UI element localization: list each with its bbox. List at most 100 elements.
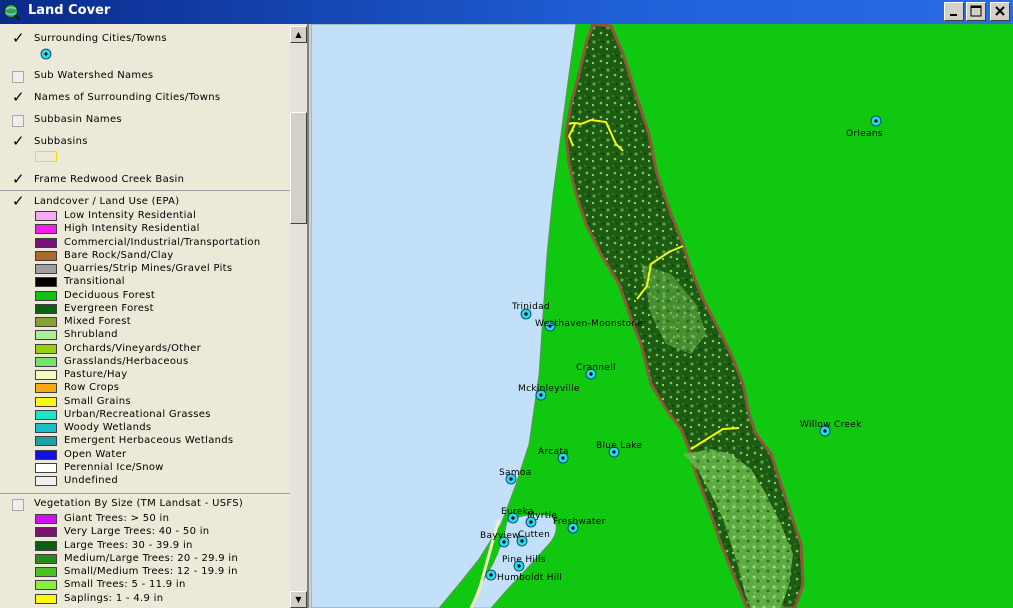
landcover-class-label: Urban/Recreational Grasses <box>64 408 211 420</box>
layer-checkbox-names-surrounding[interactable]: ✓ <box>10 88 25 106</box>
vegetation-class-swatch <box>35 514 57 524</box>
landcover-class-swatch <box>35 250 57 261</box>
landcover-class-swatch <box>35 356 57 367</box>
app-globe-icon <box>4 4 21 21</box>
vegetation-class-label: Large Trees: 30 - 39.9 in <box>64 539 193 551</box>
landcover-class-swatch <box>35 370 57 380</box>
landcover-class-label: Grasslands/Herbaceous <box>64 355 189 367</box>
landcover-class-swatch <box>35 224 57 235</box>
landcover-class-label: Mixed Forest <box>64 316 131 327</box>
landcover-class-label: Shrubland <box>64 329 118 341</box>
landcover-class-swatch <box>35 476 57 486</box>
landcover-class-label: Woody Wetlands <box>64 422 152 433</box>
landcover-class-label: Quarries/Strip Mines/Gravel Pits <box>64 263 233 274</box>
landcover-class-label: Perennial Ice/Snow <box>64 461 164 473</box>
landcover-class-label: Commercial/Industrial/Transportation <box>64 236 261 248</box>
vegetation-class-label: Saplings: 1 - 4.9 in <box>64 592 164 604</box>
landcover-class-label: Row Crops <box>64 382 120 394</box>
minimize-button[interactable] <box>944 2 964 21</box>
landcover-class-swatch <box>35 383 57 394</box>
layer-checkbox-frame[interactable]: ✓ <box>10 170 25 188</box>
city-label: Westhaven-Moonstone <box>535 319 643 329</box>
city-label: Mckinleyville <box>518 384 580 394</box>
landcover-class-label: Undefined <box>64 475 118 486</box>
landcover-class-label: High Intensity Residential <box>64 223 200 235</box>
layer-list: ✓ Surrounding Cities/Towns Sub Watershed… <box>0 24 290 608</box>
maximize-button[interactable] <box>966 2 986 21</box>
landcover-class-label: Bare Rock/Sand/Clay <box>64 249 174 261</box>
city-label: Willow Creek <box>800 420 862 430</box>
close-button[interactable] <box>990 2 1010 21</box>
city-point-symbol-icon <box>40 48 52 60</box>
landcover-class-swatch <box>35 237 57 248</box>
layer-list-panel: ✓ Surrounding Cities/Towns Sub Watershed… <box>0 24 309 608</box>
vegetation-class-swatch <box>35 580 57 591</box>
city-point-center <box>489 573 493 577</box>
landcover-class-swatch <box>35 436 57 447</box>
city-label: Cutten <box>518 530 550 540</box>
layer-label-landcover: Landcover / Land Use (EPA) <box>34 196 180 207</box>
city-label: Orleans <box>846 129 883 139</box>
landcover-class-swatch <box>35 396 57 407</box>
vegetation-class-label: Small/Medium Trees: 12 - 19.9 in <box>64 566 238 577</box>
landcover-class-swatch <box>35 423 57 433</box>
city-label: Crannell <box>576 363 616 373</box>
subbasin-outline-swatch <box>35 151 57 162</box>
check-icon: ✓ <box>12 29 25 47</box>
layer-checkbox-sub-watershed-names[interactable] <box>10 69 24 83</box>
check-icon: ✓ <box>12 170 25 188</box>
city-label: Arcata <box>538 447 569 457</box>
vegetation-class-label: Small Trees: 5 - 11.9 in <box>64 579 186 591</box>
layer-list-scrollbar[interactable]: ▲ ▼ <box>290 24 307 608</box>
scroll-thumb[interactable] <box>290 112 307 224</box>
close-icon <box>995 6 1005 16</box>
landcover-class-label: Small Grains <box>64 395 131 407</box>
landcover-class-swatch <box>35 264 57 274</box>
landcover-class-swatch <box>35 343 57 354</box>
landcover-class-swatch <box>35 317 57 327</box>
city-point-center <box>524 312 528 316</box>
landcover-class-swatch <box>35 409 57 420</box>
landcover-class-label: Evergreen Forest <box>64 302 154 314</box>
map-view[interactable]: Orleans Trinidad Westhaven-Moonstone Cranne… <box>311 24 1013 608</box>
layer-checkbox-landcover[interactable]: ✓ <box>10 192 25 210</box>
layer-checkbox-vegetation[interactable] <box>10 497 24 511</box>
vegetation-class-swatch <box>35 593 57 604</box>
layer-checkbox-surrounding-cities[interactable]: ✓ <box>10 29 25 47</box>
layer-checkbox-subbasin-names[interactable] <box>10 113 24 127</box>
layer-label-names-surrounding: Names of Surrounding Cities/Towns <box>34 92 221 103</box>
window-title: Land Cover <box>28 3 111 18</box>
city-label: Humboldt Hill <box>497 573 562 583</box>
landcover-class-swatch <box>35 303 57 314</box>
landcover-class-label: Open Water <box>64 448 127 460</box>
landcover-class-label: Pasture/Hay <box>64 369 128 380</box>
check-icon: ✓ <box>12 88 25 106</box>
title-bar: Land Cover <box>0 0 1013 24</box>
layer-label-subbasin-names: Subbasin Names <box>34 114 122 125</box>
layer-checkbox-subbasins[interactable]: ✓ <box>10 132 25 150</box>
landcover-class-swatch <box>35 211 57 221</box>
landcover-class-label: Emergent Herbaceous Wetlands <box>64 435 234 447</box>
city-label: Pine Hills <box>502 555 546 565</box>
city-label: Bayview <box>480 531 520 541</box>
vegetation-class-label: Giant Trees: > 50 in <box>64 513 170 524</box>
vegetation-class-swatch <box>35 553 57 564</box>
landcover-class-label: Orchards/Vineyards/Other <box>64 342 201 354</box>
vegetation-class-swatch <box>35 527 57 538</box>
scroll-down-button[interactable]: ▼ <box>290 591 307 608</box>
vegetation-class-swatch <box>35 540 57 551</box>
layer-label-frame: Frame Redwood Creek Basin <box>34 174 185 185</box>
layer-label-surrounding-cities: Surrounding Cities/Towns <box>34 33 167 44</box>
landcover-class-label: Low Intensity Residential <box>64 210 197 221</box>
minimize-icon <box>950 14 957 16</box>
maximize-icon <box>970 5 982 17</box>
city-label: Blue Lake <box>596 441 643 451</box>
layer-label-subbasins: Subbasins <box>34 136 88 147</box>
landcover-class-swatch <box>35 449 57 460</box>
landcover-class-swatch <box>35 330 57 341</box>
landcover-class-swatch <box>35 462 57 473</box>
city-label: Freshwater <box>553 517 606 527</box>
city-point-center <box>874 119 878 123</box>
check-icon: ✓ <box>12 192 25 210</box>
scroll-up-button[interactable]: ▲ <box>290 26 307 43</box>
